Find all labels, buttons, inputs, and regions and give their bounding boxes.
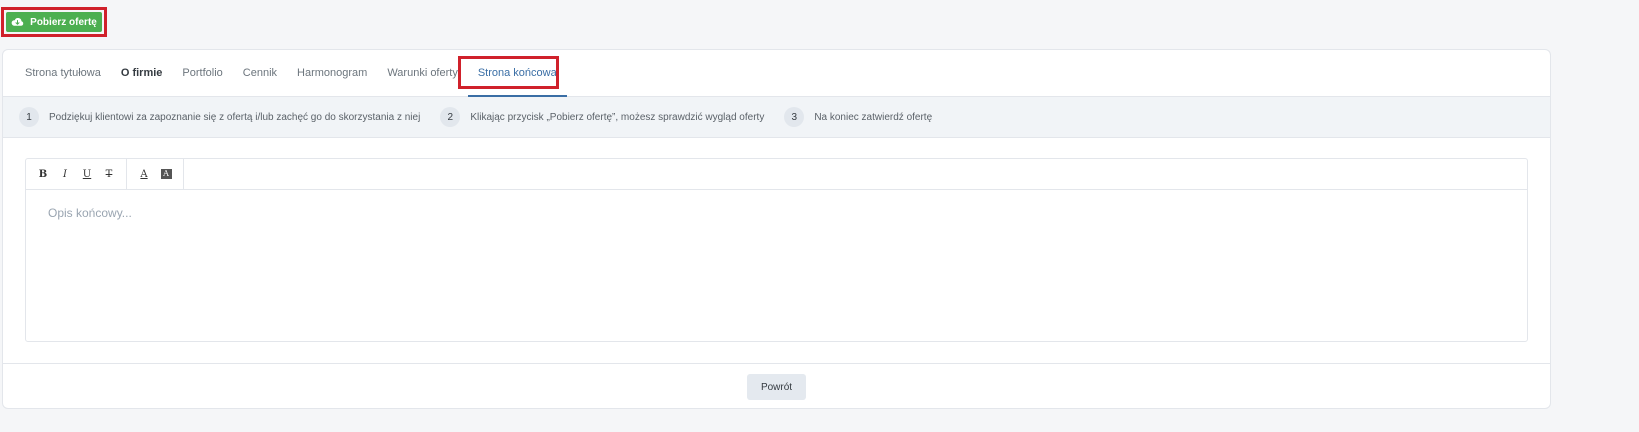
cloud-download-icon xyxy=(11,17,24,27)
underline-button[interactable]: U xyxy=(76,163,98,185)
color-group: A A xyxy=(127,159,184,189)
step-number: 2 xyxy=(440,107,461,127)
tab-strona-koncowa[interactable]: Strona końcowa xyxy=(467,50,567,97)
tab-strona-tytulowa[interactable]: Strona tytułowa xyxy=(15,50,111,96)
tab-o-firmie[interactable]: O firmie xyxy=(111,50,173,96)
tab-cennik[interactable]: Cennik xyxy=(233,50,287,96)
tab-portfolio[interactable]: Portfolio xyxy=(172,50,232,96)
tab-warunki-oferty[interactable]: Warunki oferty xyxy=(377,50,468,96)
back-button[interactable]: Powrót xyxy=(746,374,807,400)
step-text: Podziękuj klientowi za zapoznanie się z … xyxy=(49,111,421,123)
offer-editor-card: Strona tytułowa O firmie Portfolio Cenni… xyxy=(2,49,1551,409)
text-color-button[interactable]: A xyxy=(133,163,155,185)
rich-text-editor: B I U T A A Opis końcowy... xyxy=(25,158,1528,342)
download-offer-label: Pobierz ofertę xyxy=(30,16,97,28)
step-item: 3 Na koniec zatwierdź ofertę xyxy=(784,107,932,127)
editor-content[interactable]: Opis końcowy... xyxy=(26,190,1527,343)
step-item: 1 Podziękuj klientowi za zapoznanie się … xyxy=(19,107,420,127)
editor-toolbar: B I U T A A xyxy=(26,159,1527,190)
tab-harmonogram[interactable]: Harmonogram xyxy=(287,50,377,96)
step-number: 3 xyxy=(784,107,805,127)
card-footer: Powrót xyxy=(3,363,1550,408)
strikethrough-button[interactable]: T xyxy=(98,163,120,185)
step-number: 1 xyxy=(19,107,39,127)
editor-placeholder: Opis końcowy... xyxy=(48,206,132,220)
step-text: Na koniec zatwierdź ofertę xyxy=(814,111,933,123)
download-offer-button[interactable]: Pobierz ofertę xyxy=(6,12,102,32)
steps-bar: 1 Podziękuj klientowi za zapoznanie się … xyxy=(3,97,1550,138)
download-offer-highlight: Pobierz ofertę xyxy=(1,7,107,37)
italic-button[interactable]: I xyxy=(54,163,76,185)
step-text: Klikając przycisk „Pobierz ofertę”, może… xyxy=(470,111,765,123)
step-item: 2 Klikając przycisk „Pobierz ofertę”, mo… xyxy=(440,107,764,127)
format-group: B I U T xyxy=(26,159,127,189)
bold-button[interactable]: B xyxy=(32,163,54,185)
background-color-icon: A xyxy=(160,169,172,179)
offer-tabs: Strona tytułowa O firmie Portfolio Cenni… xyxy=(3,50,1550,97)
background-color-button[interactable]: A xyxy=(155,163,177,185)
